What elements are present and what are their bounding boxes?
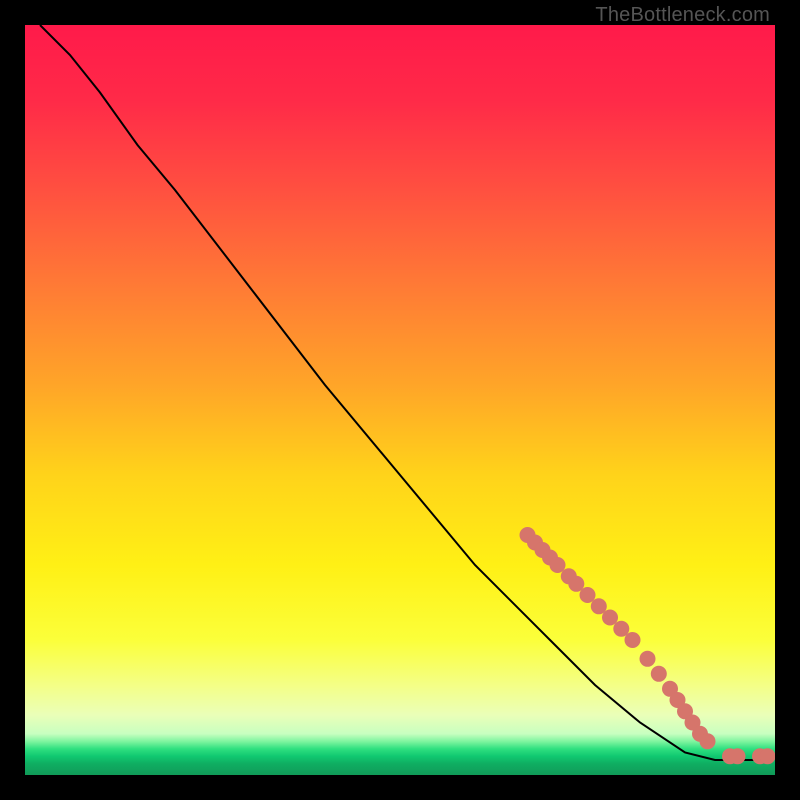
data-marker xyxy=(580,587,596,603)
data-marker xyxy=(625,632,641,648)
data-marker xyxy=(651,666,667,682)
data-marker xyxy=(640,651,656,667)
chart-plot xyxy=(25,25,775,775)
data-marker xyxy=(550,557,566,573)
data-marker xyxy=(730,748,746,764)
data-marker xyxy=(602,610,618,626)
chart-frame xyxy=(25,25,775,775)
bottleneck-curve xyxy=(40,25,768,760)
data-marker xyxy=(760,748,776,764)
data-marker xyxy=(700,733,716,749)
data-markers xyxy=(520,527,776,764)
watermark-text: TheBottleneck.com xyxy=(595,4,770,27)
